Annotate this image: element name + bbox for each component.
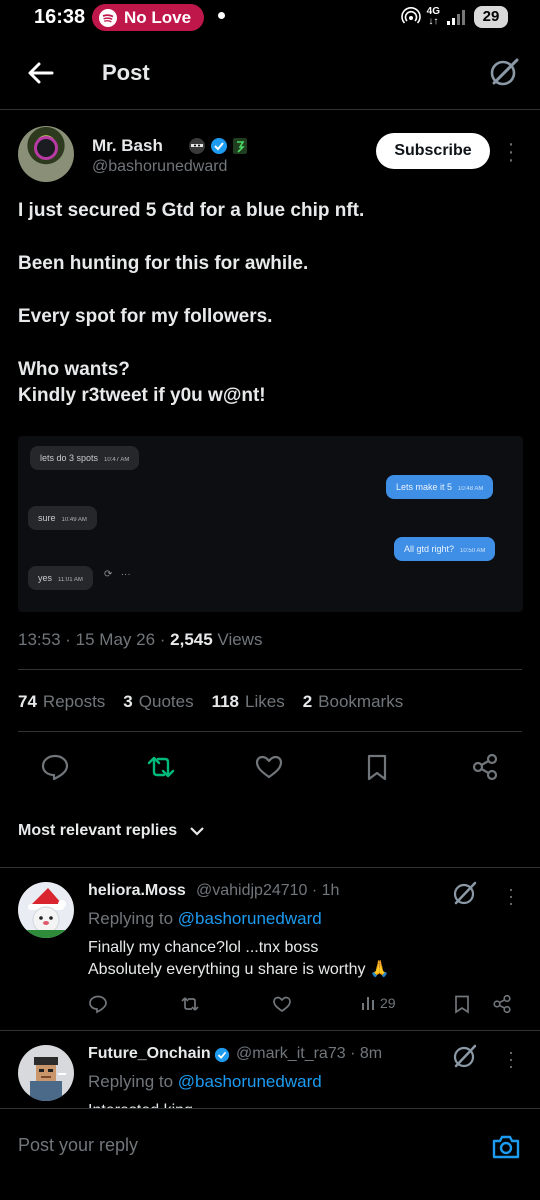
post-actions — [0, 748, 540, 788]
post-text-line: Been hunting for this for awhile. — [18, 253, 309, 274]
signal-icon — [447, 10, 465, 25]
spotify-track-label: No Love — [124, 7, 192, 27]
verified-badge-icon — [214, 1047, 230, 1063]
more-options-icon[interactable]: · · · — [504, 134, 518, 170]
grok-icon[interactable] — [488, 56, 520, 88]
spotify-icon — [99, 8, 117, 27]
reply-compose-bar: Post your reply — [0, 1108, 540, 1200]
share-icon[interactable] — [470, 752, 500, 782]
replying-to: Replying to @bashorunedward — [88, 1072, 322, 1091]
post-meta: 13:53 · 15 May 26 · 2,545 Views — [18, 630, 262, 650]
share-icon[interactable] — [492, 994, 512, 1016]
network-type: 4G ↓↑ — [426, 6, 440, 27]
stat-quotes[interactable]: 3 Quotes — [123, 692, 193, 712]
author-badges — [188, 137, 248, 155]
chevron-down-icon — [190, 827, 204, 836]
post-timestamp: 13:53 · 15 May 26 · — [18, 630, 171, 649]
reply-input[interactable]: Post your reply — [18, 1135, 138, 1156]
chat-bubble: lets do 3 spots 10:47 AM — [30, 446, 140, 470]
spotify-now-playing-pill[interactable]: No Love — [92, 4, 204, 31]
author-handle[interactable]: @bashorunedward — [92, 158, 227, 176]
reply-item[interactable]: Future_Onchain @mark_it_ra73 · 8m · · · Re… — [0, 1031, 540, 1109]
reply-author-handle[interactable]: @mark_it_ra73 · 8m — [236, 1045, 382, 1063]
more-options-icon[interactable]: · · · — [504, 1043, 518, 1075]
subscribe-button[interactable]: Subscribe — [376, 133, 490, 169]
more-options-icon[interactable]: · · · — [504, 880, 518, 912]
post-text-line: Every spot for my followers. — [18, 306, 273, 327]
reply-actions: 29 — [88, 994, 520, 1018]
post-text-line: Who wants? — [18, 359, 130, 380]
pixel-character-avatar-graphic — [30, 1057, 66, 1101]
divider — [18, 731, 522, 732]
post-author: Mr. Bash @bashorunedward Subscribe · · · — [18, 126, 522, 188]
reply-author-name[interactable]: Future_Onchain — [88, 1045, 211, 1063]
author-avatar[interactable] — [18, 126, 74, 182]
top-app-bar: Post — [0, 36, 540, 110]
replying-to: Replying to @bashorunedward — [88, 909, 322, 928]
reply-author-handle[interactable]: @vahidjp24710 · 1h — [196, 882, 339, 900]
ninja-emoji-icon — [189, 138, 205, 154]
like-icon[interactable] — [254, 752, 284, 782]
notification-dot — [218, 12, 225, 19]
verified-badge-icon — [211, 138, 227, 154]
chat-bubble: sure 10:49 AM — [28, 506, 97, 530]
views-icon — [362, 997, 374, 1010]
replying-to-handle[interactable]: @bashorunedward — [178, 1072, 322, 1091]
reply-author-name[interactable]: heliora.Moss — [88, 882, 186, 900]
reply-item[interactable]: heliora.Moss @vahidjp24710 · 1h · · · Repl… — [0, 868, 540, 1030]
affiliate-badge-icon — [233, 138, 247, 154]
chat-bubble: Lets make it 5 10:48 AM — [386, 475, 494, 499]
status-time: 16:38 — [34, 6, 86, 28]
replying-to-handle[interactable]: @bashorunedward — [178, 909, 322, 928]
grok-icon[interactable] — [452, 880, 478, 906]
page-title: Post — [102, 60, 150, 85]
hotspot-icon — [400, 7, 421, 24]
stat-reposts[interactable]: 74 Reposts — [18, 692, 105, 712]
chat-bubble: yes 11:01 AM — [28, 566, 93, 590]
reply-icon[interactable] — [88, 994, 108, 1016]
status-bar: 16:38 No Love 4G ↓↑ 29 — [0, 0, 540, 36]
post-text: I just secured 5 Gtd for a blue chip nft… — [18, 198, 522, 409]
post-media-image[interactable]: lets do 3 spots 10:47 AM Lets make it 5 10… — [18, 436, 523, 612]
author-name[interactable]: Mr. Bash — [92, 136, 163, 156]
back-arrow-icon[interactable] — [26, 58, 56, 88]
replies-sort-dropdown[interactable]: Most relevant replies — [18, 822, 205, 840]
camera-icon[interactable] — [490, 1131, 522, 1163]
reply-text: Finally my chance?lol ...tnx boss Absolu… — [88, 939, 390, 978]
repost-icon[interactable] — [146, 752, 176, 782]
reply-views[interactable]: 29 — [360, 994, 396, 1012]
views-label: Views — [212, 630, 263, 649]
battery-indicator: 29 — [474, 6, 508, 28]
stat-bookmarks[interactable]: 2 Bookmarks — [303, 692, 404, 712]
bookmark-icon[interactable] — [452, 994, 472, 1016]
chat-bubble: All gtd right? 10:50 AM — [394, 537, 496, 561]
reply-avatar[interactable] — [18, 1045, 74, 1101]
reply-avatar[interactable] — [18, 882, 74, 938]
post-text-line: Kindly r3tweet if y0u w@nt! — [18, 385, 266, 406]
like-icon[interactable] — [272, 994, 292, 1016]
post-text-line: I just secured 5 Gtd for a blue chip nft… — [18, 200, 365, 221]
status-icons: 4G ↓↑ 29 — [400, 6, 508, 28]
bookmark-icon[interactable] — [362, 752, 392, 782]
santa-bear-avatar-graphic — [26, 888, 66, 938]
views-count: 2,545 — [170, 630, 213, 649]
avatar-helmet-graphic — [34, 136, 58, 160]
repost-icon[interactable] — [180, 994, 200, 1016]
reply-icon[interactable] — [40, 752, 70, 782]
chat-reaction-icons: ⟳ ··· — [104, 569, 131, 580]
divider — [18, 669, 522, 670]
post-stats: 74 Reposts 3 Quotes 118 Likes 2 Bookmarks — [18, 692, 403, 712]
replies-sort-label: Most relevant replies — [18, 822, 178, 839]
stat-likes[interactable]: 118 Likes — [212, 692, 285, 712]
grok-icon[interactable] — [452, 1043, 478, 1069]
